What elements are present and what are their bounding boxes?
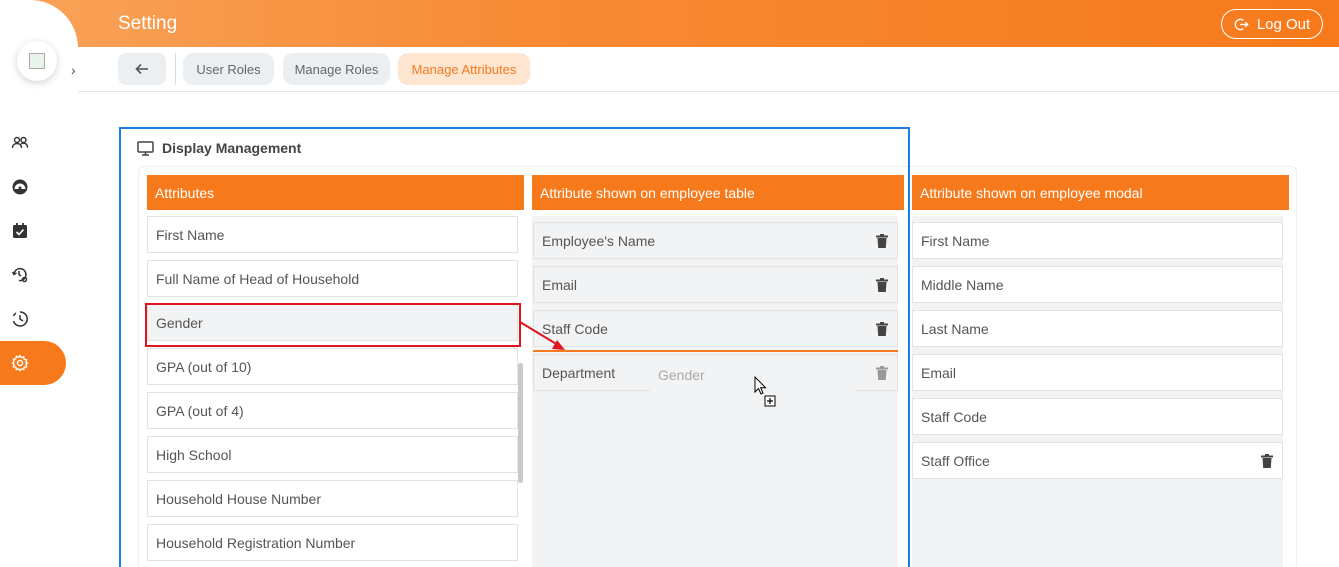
- logout-button[interactable]: Log Out: [1221, 9, 1323, 39]
- tab-user-roles[interactable]: User Roles: [183, 53, 274, 85]
- item-label: Staff Office: [921, 452, 990, 469]
- table-attribute-item[interactable]: Email: [533, 266, 898, 303]
- modal-attribute-item[interactable]: Last Name: [912, 310, 1283, 347]
- divider: [175, 53, 176, 85]
- tab-manage-attributes[interactable]: Manage Attributes: [398, 53, 530, 85]
- column-header-employee-modal: Attribute shown on employee modal: [912, 175, 1289, 210]
- attribute-item[interactable]: GPA (out of 10): [147, 348, 518, 385]
- monitor-icon: [137, 140, 154, 156]
- back-button[interactable]: [118, 53, 166, 85]
- sidebar-item-calendar[interactable]: [0, 209, 66, 253]
- item-label: Email: [542, 276, 578, 293]
- sidebar-item-dashboard[interactable]: [0, 165, 66, 209]
- sidebar: ›: [0, 0, 78, 567]
- chevron-right-icon[interactable]: ›: [71, 62, 76, 78]
- sidebar-item-users[interactable]: [0, 121, 66, 165]
- drag-copy-cursor-icon: [754, 376, 776, 407]
- trash-icon[interactable]: [876, 322, 888, 336]
- sidebar-item-history-settings[interactable]: [0, 253, 66, 297]
- column-header-employee-table: Attribute shown on employee table: [532, 175, 904, 210]
- attribute-item[interactable]: Household Registration Number: [147, 524, 518, 561]
- avatar[interactable]: [17, 41, 57, 81]
- modal-attribute-item[interactable]: Middle Name: [912, 266, 1283, 303]
- dashboard-icon: [12, 179, 28, 195]
- panel-title-text: Display Management: [162, 140, 302, 156]
- item-label: Employee's Name: [542, 232, 656, 249]
- table-attribute-item[interactable]: Staff Code: [533, 310, 898, 347]
- column-header-attributes: Attributes: [147, 175, 524, 210]
- modal-attribute-item[interactable]: Staff Code: [912, 398, 1283, 435]
- history-settings-icon: [11, 267, 28, 283]
- modal-attribute-item[interactable]: First Name: [912, 222, 1283, 259]
- trash-icon[interactable]: [1261, 454, 1273, 468]
- attribute-item[interactable]: Household House Number: [147, 480, 518, 517]
- trash-icon[interactable]: [876, 278, 888, 292]
- panel-title: Display Management: [137, 140, 301, 156]
- clock-icon: [12, 311, 28, 327]
- app: Setting Log Out › User Roles Manage Role…: [0, 0, 1339, 567]
- sidebar-item-settings[interactable]: [0, 341, 66, 385]
- drop-indicator: [533, 350, 898, 352]
- drag-ghost: Gender: [650, 359, 855, 391]
- logout-icon: [1234, 18, 1249, 30]
- modal-attribute-item[interactable]: Email: [912, 354, 1283, 391]
- arrow-left-icon: [135, 63, 148, 75]
- item-label: Department: [542, 364, 616, 381]
- users-icon: [11, 136, 29, 149]
- attribute-item[interactable]: High School: [147, 436, 518, 473]
- item-label: Staff Code: [542, 320, 608, 337]
- scrollbar[interactable]: [518, 363, 523, 483]
- red-highlight-box: [145, 303, 521, 347]
- attribute-item[interactable]: Full Name of Head of Household: [147, 260, 518, 297]
- gear-icon: [11, 354, 29, 372]
- trash-icon[interactable]: [876, 234, 888, 248]
- attribute-item[interactable]: First Name: [147, 216, 518, 253]
- page-title: Setting: [118, 13, 178, 34]
- tab-bar: User Roles Manage Roles Manage Attribute…: [78, 47, 1339, 92]
- attribute-item[interactable]: GPA (out of 4): [147, 392, 518, 429]
- top-header: Setting Log Out: [0, 0, 1339, 47]
- table-attribute-item[interactable]: Employee's Name: [533, 222, 898, 259]
- sidebar-item-clock[interactable]: [0, 297, 66, 341]
- calendar-check-icon: [13, 223, 27, 238]
- trash-icon[interactable]: [876, 366, 888, 380]
- tab-manage-roles[interactable]: Manage Roles: [283, 53, 390, 85]
- modal-attribute-item[interactable]: Staff Office: [912, 442, 1283, 479]
- logout-label: Log Out: [1256, 15, 1311, 33]
- broken-image-icon: [29, 53, 45, 69]
